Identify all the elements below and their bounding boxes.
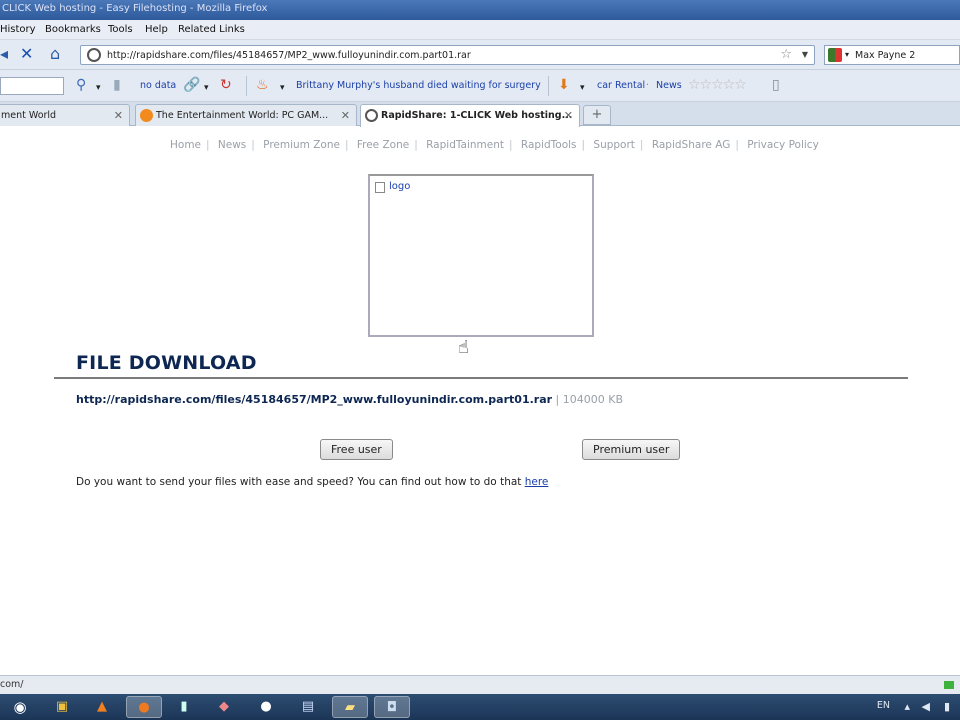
tab-close-icon[interactable]: ✕ bbox=[341, 109, 350, 122]
menu-bookmarks[interactable]: Bookmarks bbox=[45, 24, 101, 35]
window-titlebar: CLICK Web hosting - Easy Filehosting - M… bbox=[0, 0, 960, 20]
loading-icon bbox=[365, 109, 378, 122]
tab-label: The Entertainment World: PC GAM... bbox=[156, 110, 329, 121]
search-box[interactable]: ▾ Max Payne 2 bbox=[824, 45, 960, 65]
broken-image-icon bbox=[375, 182, 385, 193]
send-files-message: Do you want to send your files with ease… bbox=[76, 476, 525, 488]
search-input[interactable]: Max Payne 2 bbox=[855, 50, 915, 61]
hook-icon[interactable]: ↻ bbox=[220, 77, 232, 93]
tab-label: RapidShare: 1-CLICK Web hosting... bbox=[381, 110, 573, 121]
bookmark-star-icon[interactable]: ☆ bbox=[780, 47, 792, 62]
tab-rapidshare[interactable]: RapidShare: 1-CLICK Web hosting... ✕ bbox=[360, 104, 580, 127]
menu-related-links[interactable]: Related Links bbox=[178, 24, 245, 35]
nav-home[interactable]: Home bbox=[170, 139, 201, 151]
start-button-icon[interactable]: ◉ bbox=[2, 696, 38, 718]
folder-icon[interactable]: ▰ bbox=[332, 696, 368, 718]
send-files-text: Do you want to send your files with ease… bbox=[76, 476, 548, 488]
no-data-label[interactable]: no data bbox=[140, 80, 176, 91]
app-icon-1[interactable]: ▮ bbox=[166, 696, 202, 718]
dropdown-icon[interactable]: ▾ bbox=[96, 80, 101, 96]
toolbar-divider bbox=[246, 76, 247, 96]
tab-bar: ment World ✕ The Entertainment World: PC… bbox=[0, 102, 960, 127]
app-icon-4[interactable]: ◘ bbox=[374, 696, 410, 718]
address-url[interactable]: http://rapidshare.com/files/45184657/MP2… bbox=[107, 50, 471, 61]
nav-free-zone[interactable]: Free Zone bbox=[357, 139, 409, 151]
toolbar-divider-2 bbox=[548, 76, 549, 96]
menu-help[interactable]: Help bbox=[145, 24, 168, 35]
dropdown-icon-2[interactable]: ▾ bbox=[204, 80, 209, 96]
tab-pc-games[interactable]: The Entertainment World: PC GAM... ✕ bbox=[135, 104, 357, 126]
forward-arrow-icon[interactable]: ◂ bbox=[0, 45, 8, 63]
rating-stars-icon[interactable]: ☆☆☆☆☆ bbox=[688, 77, 747, 93]
home-icon[interactable]: ⌂ bbox=[50, 45, 60, 63]
news-headline-link[interactable]: Brittany Murphy's husband died waiting f… bbox=[296, 80, 541, 91]
language-indicator[interactable]: EN bbox=[877, 700, 890, 711]
url-dropdown-icon[interactable]: ▼ bbox=[802, 50, 808, 59]
hand-cursor-icon: ☝ bbox=[458, 337, 469, 358]
nav-news[interactable]: News bbox=[218, 139, 246, 151]
page-title: FILE DOWNLOAD bbox=[76, 352, 257, 374]
flame-icon[interactable]: ♨ bbox=[256, 77, 269, 93]
search-engine-icon[interactable] bbox=[828, 48, 842, 62]
status-text: com/ bbox=[0, 679, 24, 690]
dropdown-icon-4[interactable]: ▾ bbox=[580, 80, 585, 96]
free-user-button[interactable]: Free user bbox=[320, 439, 393, 460]
file-link[interactable]: http://rapidshare.com/files/45184657/MP2… bbox=[76, 393, 552, 406]
address-bar[interactable]: http://rapidshare.com/files/45184657/MP2… bbox=[80, 45, 815, 65]
menu-bar: History Bookmarks Tools Help Related Lin… bbox=[0, 20, 960, 40]
toolbar-search-input[interactable] bbox=[0, 77, 64, 95]
navigation-bar: ◂ ✕ ⌂ http://rapidshare.com/files/451846… bbox=[0, 40, 960, 70]
network-icon[interactable]: ▮ bbox=[944, 700, 950, 713]
firefox-taskbar-icon[interactable]: ● bbox=[126, 696, 162, 718]
chat-icon[interactable]: ● bbox=[248, 696, 284, 718]
logo-alt-text: logo bbox=[389, 181, 411, 192]
menu-history[interactable]: History bbox=[0, 24, 36, 35]
magnifier-icon[interactable]: ⚲ bbox=[76, 77, 86, 93]
premium-user-button[interactable]: Premium user bbox=[582, 439, 681, 460]
app-icon-2[interactable]: ◆ bbox=[206, 696, 242, 718]
volume-icon[interactable]: ◀ bbox=[922, 700, 930, 713]
file-info: http://rapidshare.com/files/45184657/MP2… bbox=[76, 393, 623, 406]
nav-privacy-policy[interactable]: Privacy Policy bbox=[747, 139, 819, 151]
heading-divider bbox=[54, 377, 908, 379]
vlc-icon[interactable]: ▲ bbox=[84, 696, 120, 718]
here-link[interactable]: here bbox=[525, 476, 549, 488]
nav-rapidtainment[interactable]: RapidTainment bbox=[426, 139, 504, 151]
app-icon-3[interactable]: ▤ bbox=[290, 696, 326, 718]
page-icon[interactable]: ▯ bbox=[772, 77, 780, 93]
nav-rapidtools[interactable]: RapidTools bbox=[521, 139, 577, 151]
tab-label: ment World bbox=[1, 110, 57, 121]
nav-rapidshare-ag[interactable]: RapidShare AG bbox=[652, 139, 731, 151]
file-size: 104000 KB bbox=[562, 393, 624, 406]
stop-icon[interactable]: ✕ bbox=[20, 45, 33, 63]
blogger-icon bbox=[140, 109, 153, 122]
link-icon[interactable]: 🔗 bbox=[183, 77, 200, 93]
tab-close-icon[interactable]: ✕ bbox=[564, 109, 573, 122]
nav-premium-zone[interactable]: Premium Zone bbox=[263, 139, 340, 151]
explorer-icon[interactable]: ▣ bbox=[44, 696, 80, 718]
news-link[interactable]: News bbox=[656, 80, 682, 91]
addon-toolbar: ⚲ ▾ ▮ no data 🔗 ▾ ↻ ♨ ▾ Brittany Murphy'… bbox=[0, 70, 960, 102]
menu-tools[interactable]: Tools bbox=[108, 24, 133, 35]
dropdown-icon-3[interactable]: ▾ bbox=[280, 80, 285, 96]
download-icon[interactable]: ⬇ bbox=[558, 77, 570, 93]
logo-image-placeholder[interactable]: logo bbox=[368, 174, 594, 337]
tab-close-icon[interactable]: ✕ bbox=[114, 109, 123, 122]
new-tab-button[interactable]: + bbox=[583, 105, 611, 125]
tab-entertainment-world[interactable]: ment World ✕ bbox=[0, 104, 130, 126]
windows-taskbar: ◉ ▣ ▲ ● ▮ ◆ ● ▤ ▰ ◘ EN ▴ ◀ ▮ bbox=[0, 694, 960, 720]
car-rental-link[interactable]: car Rental bbox=[597, 80, 645, 91]
window-title: CLICK Web hosting - Easy Filehosting - M… bbox=[2, 3, 268, 14]
arrow-up-icon[interactable]: ▴ bbox=[904, 700, 910, 713]
page-content: Home | News | Premium Zone | Free Zone | Rap… bbox=[0, 127, 960, 675]
site-nav: Home | News | Premium Zone | Free Zone | Rap… bbox=[170, 139, 819, 151]
nav-support[interactable]: Support bbox=[593, 139, 635, 151]
search-engine-dropdown-icon[interactable]: ▾ bbox=[845, 50, 849, 59]
site-favicon bbox=[87, 48, 101, 62]
status-bar: com/ bbox=[0, 675, 960, 694]
size-separator: | bbox=[552, 393, 563, 406]
chart-icon[interactable]: ▮ bbox=[113, 77, 121, 93]
status-indicator-icon bbox=[944, 681, 954, 689]
